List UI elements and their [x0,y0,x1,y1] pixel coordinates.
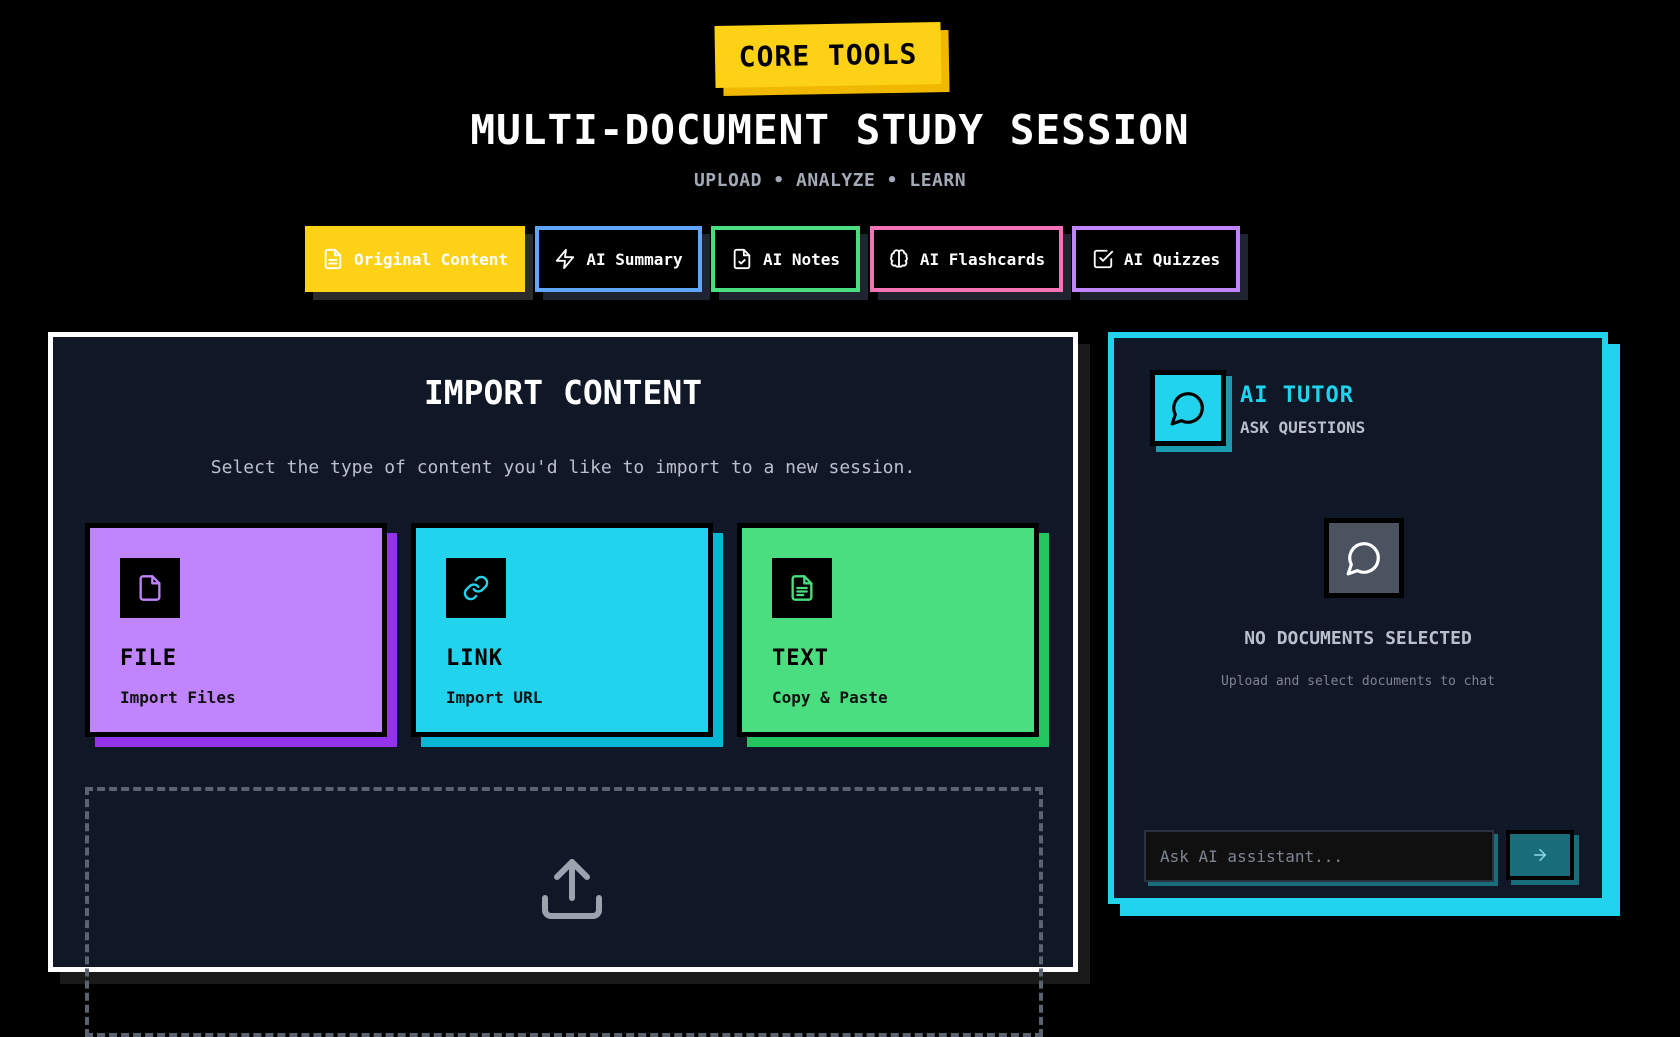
card-subtitle: Copy & Paste [772,688,888,707]
tab-ai-quizzes[interactable]: AI Quizzes [1072,226,1240,292]
tab-ai-notes[interactable]: AI Notes [711,226,860,292]
brain-icon [889,249,908,268]
badge-label: CORE TOOLS [714,22,942,88]
tab-ai-summary[interactable]: AI Summary [535,226,702,292]
import-file-card[interactable]: FILE Import Files [85,523,387,737]
send-button[interactable] [1506,830,1574,880]
import-title: IMPORT CONTENT [423,373,703,412]
tab-bar: Original Content AI Summary AI Notes AI … [0,226,1680,292]
card-title: LINK [446,646,503,671]
card-subtitle: Import URL [446,688,543,707]
document-check-icon [733,248,751,270]
import-description: Select the type of content you'd like to… [210,457,916,478]
upload-dropzone[interactable] [85,787,1043,1037]
tab-label: AI Flashcards [919,249,1046,269]
file-icon [120,558,180,618]
upload-icon [542,859,602,919]
import-text-card[interactable]: TEXT Copy & Paste [737,523,1039,737]
tab-label: AI Notes [762,249,841,269]
import-link-card[interactable]: LINK Import URL [411,523,713,737]
tab-ai-flashcards[interactable]: AI Flashcards [870,226,1063,292]
empty-chat-icon [1324,518,1404,598]
document-icon [324,248,342,270]
card-title: TEXT [772,646,829,671]
import-content-panel: IMPORT CONTENT Select the type of conten… [48,332,1078,1037]
card-subtitle: Import Files [120,688,236,707]
checkbox-icon [1093,249,1113,269]
card-title: FILE [120,646,177,671]
ask-ai-input[interactable] [1144,830,1494,882]
core-tools-badge: CORE TOOLS [714,22,950,96]
page-subtitle: UPLOAD • ANALYZE • LEARN [693,170,967,191]
tab-label: AI Quizzes [1123,249,1221,269]
tab-original-content[interactable]: Original Content [305,226,525,292]
tutor-title: AI TUTOR [1240,383,1354,408]
tab-label: AI Summary [586,249,683,269]
page-title: MULTI-DOCUMENT STUDY SESSION [470,106,1190,154]
empty-state-subtitle: Upload and select documents to chat [1221,674,1495,689]
tutor-subtitle: ASK QUESTIONS [1240,418,1366,437]
arrow-right-icon [1534,849,1546,861]
tab-label: Original Content [353,249,509,269]
ai-tutor-panel: AI TUTOR ASK QUESTIONS NO DOCUMENTS SELE… [1108,332,1608,904]
empty-state-title: NO DOCUMENTS SELECTED [1244,628,1472,649]
lightning-icon [556,248,575,270]
link-icon [446,558,506,618]
chat-bubble-icon [1150,370,1226,446]
text-document-icon [772,558,832,618]
